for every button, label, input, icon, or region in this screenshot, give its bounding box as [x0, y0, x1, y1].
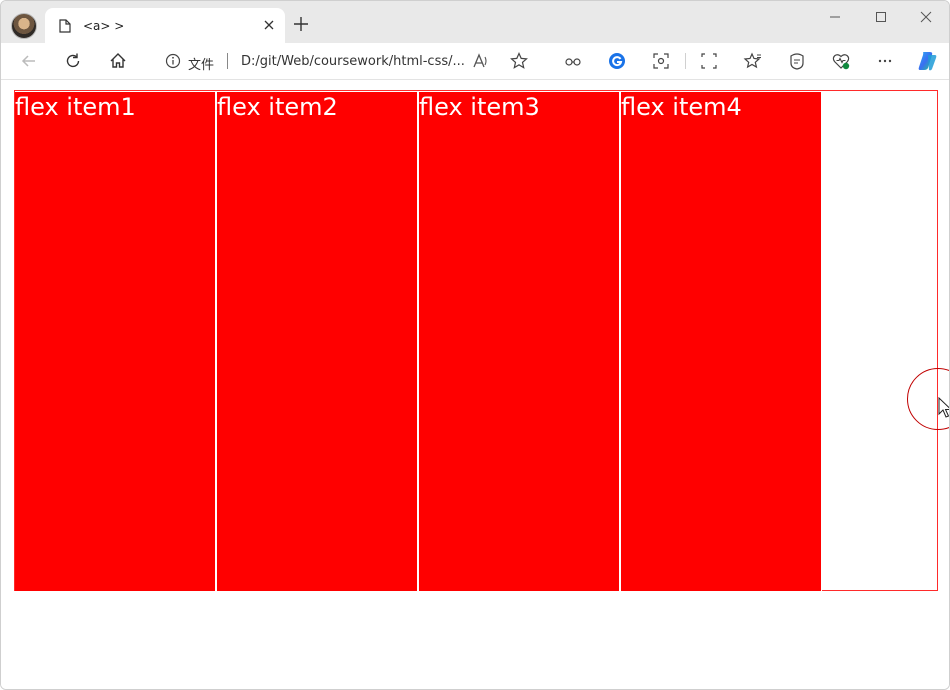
browser-essentials-icon[interactable]	[831, 51, 851, 71]
page-viewport: flex item1 flex item2 flex item3 flex it…	[1, 80, 949, 689]
extension-icon[interactable]	[563, 51, 583, 71]
collections-icon[interactable]	[787, 51, 807, 71]
flex-item-1: flex item1	[15, 91, 216, 592]
toolbar-divider	[685, 53, 686, 69]
page-icon	[59, 19, 71, 33]
mouse-cursor-icon	[938, 397, 949, 418]
favorite-star-icon[interactable]	[509, 51, 529, 71]
more-icon[interactable]	[875, 51, 895, 71]
toolbar: 文件 D:/git/Web/coursework/html-css/...	[1, 43, 949, 80]
favorites-icon[interactable]	[743, 51, 763, 71]
arrow-left-icon[interactable]	[19, 51, 39, 71]
address-url[interactable]: D:/git/Web/coursework/html-css/...	[241, 54, 465, 69]
address-scheme-label: 文件	[188, 58, 215, 73]
split-screen-icon[interactable]	[699, 51, 719, 71]
g-extension-icon[interactable]	[607, 51, 627, 71]
tab-title: <a> >	[83, 19, 125, 33]
address-bar[interactable]: 文件 D:/git/Web/coursework/html-css/...	[161, 47, 466, 75]
tab-strip: <a> >	[1, 1, 949, 43]
refresh-icon[interactable]	[63, 51, 83, 71]
browser-window: <a> > 文件 D:/git/Web/coursework/html-css/…	[0, 0, 950, 690]
window-close-icon[interactable]	[916, 9, 936, 25]
flex-item-3: flex item3	[418, 91, 620, 592]
screenshot-icon[interactable]	[651, 51, 671, 71]
minimize-icon[interactable]	[825, 9, 845, 25]
info-icon[interactable]	[165, 53, 181, 69]
close-icon[interactable]	[263, 19, 275, 31]
tab-active[interactable]: <a> >	[45, 8, 285, 43]
copilot-icon[interactable]	[915, 49, 939, 73]
flex-container: flex item1 flex item2 flex item3 flex it…	[14, 90, 938, 592]
flex-item-2: flex item2	[216, 91, 418, 592]
read-aloud-icon[interactable]	[471, 51, 491, 71]
home-icon[interactable]	[108, 51, 128, 71]
flex-item-4: flex item4	[620, 91, 822, 592]
plus-icon[interactable]	[293, 16, 309, 32]
address-divider	[227, 53, 228, 69]
maximize-icon[interactable]	[871, 9, 891, 25]
profile-avatar[interactable]	[11, 13, 37, 39]
